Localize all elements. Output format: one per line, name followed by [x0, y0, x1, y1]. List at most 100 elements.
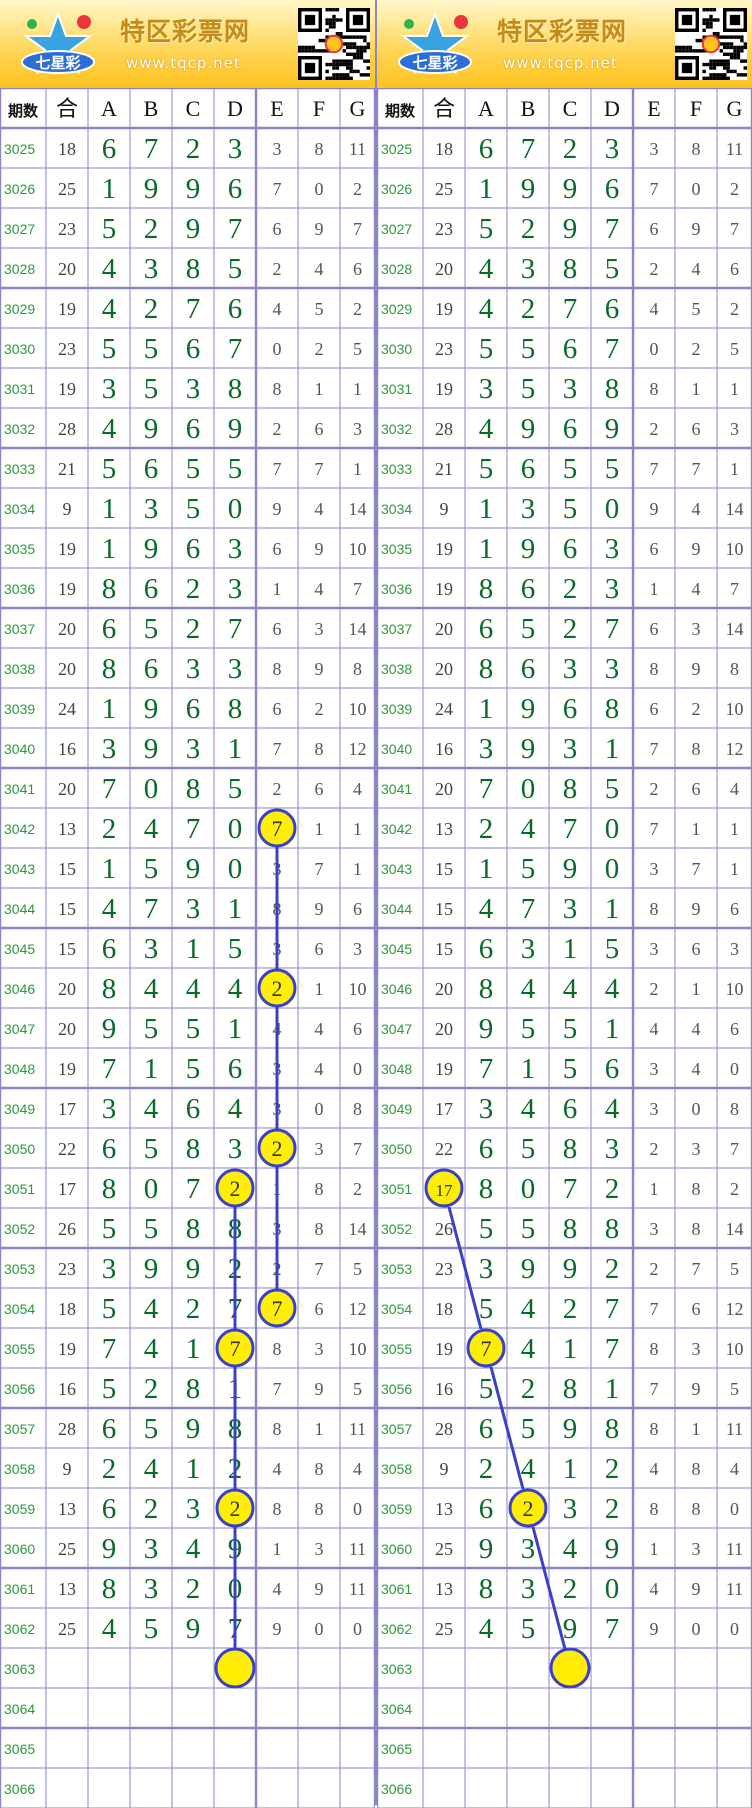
digit-C: 6 — [563, 693, 578, 725]
table-row: 3032 28 4 9 6 9 2 6 3 — [381, 413, 739, 445]
period-number: 3044 — [381, 901, 412, 917]
period-number: 3060 — [381, 1541, 412, 1557]
digit-D: 6 — [228, 1053, 243, 1085]
digit-F: 0 — [692, 1619, 701, 1639]
digit-D: 2 — [605, 1493, 620, 1525]
table-row: 3066 — [4, 1781, 35, 1797]
digit-D: 6 — [228, 293, 243, 325]
digit-A: 1 — [102, 173, 117, 205]
period-number: 3046 — [4, 981, 35, 997]
sum-value: 19 — [58, 299, 76, 319]
column-header: D — [227, 96, 243, 121]
digit-C: 3 — [186, 893, 201, 925]
table-row: 3059136232880 — [381, 1493, 739, 1525]
table-row: 30522655883814 — [381, 1213, 744, 1245]
digit-C: 6 — [563, 1093, 578, 1125]
qixingcai-logo: 七星彩 — [21, 11, 95, 75]
period-number: 3044 — [4, 901, 35, 917]
mark-value: 17 — [436, 1181, 454, 1200]
digit-G: 1 — [353, 379, 362, 399]
sum-value: 24 — [435, 699, 453, 719]
table-row: 3044154731896 — [381, 893, 739, 925]
digit-D: 1 — [605, 893, 620, 925]
digit-E: 3 — [650, 1059, 659, 1079]
digit-D: 3 — [605, 133, 620, 165]
table-row: 3043151590371 — [381, 853, 739, 885]
digit-E: 9 — [650, 499, 659, 519]
digit-E: 2 — [273, 419, 282, 439]
period-number: 3038 — [4, 661, 35, 677]
digit-E: 8 — [650, 899, 659, 919]
digit-D: 7 — [605, 213, 620, 245]
digit-A: 7 — [102, 773, 117, 805]
digit-C: 7 — [563, 293, 578, 325]
period-number: 3033 — [381, 461, 412, 477]
digit-F: 8 — [692, 1179, 701, 1199]
chart-grid: 期数合 A B C D E F G3025 18 6 7 2 3 3 8 113026 25 1 9 9 6 7 0 2302… — [377, 88, 752, 1808]
digit-B: 3 — [521, 493, 536, 525]
highlight-mark — [549, 1647, 591, 1689]
period-number: 3066 — [381, 1781, 412, 1797]
digit-G: 7 — [730, 219, 739, 239]
digit-E: 3 — [650, 1099, 659, 1119]
period-number: 3031 — [381, 381, 412, 397]
sum-value: 20 — [435, 659, 453, 679]
digit-F: 1 — [315, 819, 324, 839]
digit-G: 8 — [730, 659, 739, 679]
digit-G: 5 — [730, 1259, 739, 1279]
sum-value: 15 — [435, 859, 453, 879]
digit-E: 1 — [650, 1179, 659, 1199]
digit-F: 6 — [692, 779, 701, 799]
sum-value: 16 — [58, 739, 76, 759]
table-row: 3042132470711 — [381, 813, 739, 845]
table-row: 30611383204911 — [4, 1573, 366, 1605]
digit-F: 3 — [315, 1339, 324, 1359]
digit-C: 1 — [563, 1333, 578, 1365]
digit-E: 8 — [273, 379, 282, 399]
digit-G: 12 — [726, 739, 744, 759]
digit-G: 11 — [349, 1579, 366, 1599]
qr-code-icon[interactable] — [675, 8, 747, 80]
digit-G: 3 — [353, 419, 362, 439]
digit-D: 4 — [605, 973, 620, 1005]
digit-F: 4 — [315, 1059, 324, 1079]
table-row: 3029 19 4 2 7 6 4 5 2 — [381, 293, 739, 325]
digit-C: 9 — [186, 1613, 201, 1645]
digit-G: 6 — [353, 899, 362, 919]
digit-B: 5 — [144, 333, 159, 365]
digit-C: 8 — [563, 773, 578, 805]
digit-C: 3 — [563, 733, 578, 765]
table-row: 3042132470711 — [4, 813, 362, 845]
table-row: 3044154731896 — [4, 893, 362, 925]
digit-C: 1 — [186, 1333, 201, 1365]
digit-D: 2 — [605, 1173, 620, 1205]
digit-B: 6 — [521, 453, 536, 485]
period-number: 3035 — [4, 541, 35, 557]
digit-G: 0 — [730, 1059, 739, 1079]
site-banner: 七星彩 特区彩票网 www.tqcp.net — [377, 0, 752, 88]
digit-A: 3 — [479, 733, 494, 765]
sum-value: 9 — [440, 499, 449, 519]
table-row: 3059136232880 — [4, 1493, 362, 1525]
sum-value: 20 — [435, 259, 453, 279]
digit-F: 9 — [315, 539, 324, 559]
digit-F: 4 — [692, 1019, 701, 1039]
sum-value: 19 — [435, 379, 453, 399]
digit-A: 3 — [102, 1093, 117, 1125]
sum-value: 23 — [435, 1259, 453, 1279]
table-row: 30602593491311 — [4, 1533, 366, 1565]
sum-value: 19 — [58, 579, 76, 599]
qr-code-icon[interactable] — [298, 8, 370, 80]
period-number: 3064 — [381, 1701, 412, 1717]
digit-D: 8 — [605, 373, 620, 405]
sum-value: 25 — [435, 1619, 453, 1639]
digit-F: 9 — [315, 659, 324, 679]
digit-G: 1 — [730, 859, 739, 879]
period-number: 3032 — [381, 421, 412, 437]
period-number: 3028 — [381, 261, 412, 277]
digit-F: 9 — [692, 659, 701, 679]
site-name: 特区彩票网 — [120, 17, 251, 46]
period-number: 3027 — [4, 221, 35, 237]
digit-E: 6 — [650, 539, 659, 559]
period-number: 3034 — [381, 501, 412, 517]
